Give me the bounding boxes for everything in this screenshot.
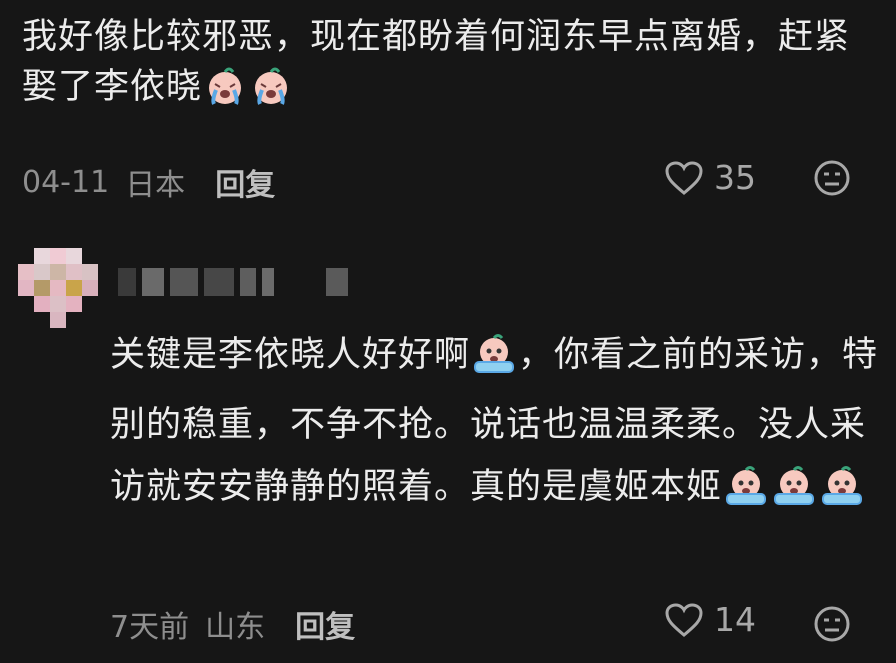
comment-text: 我好像比较邪恶，现在都盼着何润东早点离婚，赶紧娶了李依晓 [22,12,872,120]
comment-body: 我好像比较邪恶，现在都盼着何润东早点离婚，赶紧娶了李依晓 [22,17,851,107]
comment-meta: 7天前 山东 回复 [110,602,355,646]
dislike-face-icon [814,160,850,196]
comment-meta: 04-11 日本 回复 [22,160,275,204]
like-count: 35 [714,158,756,197]
tears-emoji [819,464,865,526]
dislike-button[interactable] [812,158,852,202]
comment-body: 关键是李依晓人好好啊 [110,335,471,375]
comment-location: 日本 [125,168,186,203]
crying-face-emoji [249,66,293,120]
heart-icon [665,602,703,637]
comment-date: 04-11 [22,164,110,200]
comment-date: 7天前 [110,610,190,645]
reply-button[interactable]: 回复 [215,160,275,204]
like-button[interactable]: 14 [664,600,756,639]
like-count: 14 [714,600,756,639]
tears-emoji [471,332,517,394]
dislike-button[interactable] [812,604,852,648]
heart-icon [665,160,703,195]
tears-emoji [771,464,817,526]
comment-location: 山东 [205,610,266,645]
comment-text: 关键是李依晓人好好啊 ，你看之前的采访，特别的稳重，不争不抢。说话也温温柔柔。没… [110,324,880,526]
like-button[interactable]: 35 [664,158,756,197]
dislike-face-icon [814,606,850,642]
avatar[interactable] [18,248,98,328]
username-blurred[interactable] [118,266,348,298]
crying-face-emoji [203,66,247,120]
reply-button[interactable]: 回复 [295,602,355,646]
tears-emoji [723,464,769,526]
